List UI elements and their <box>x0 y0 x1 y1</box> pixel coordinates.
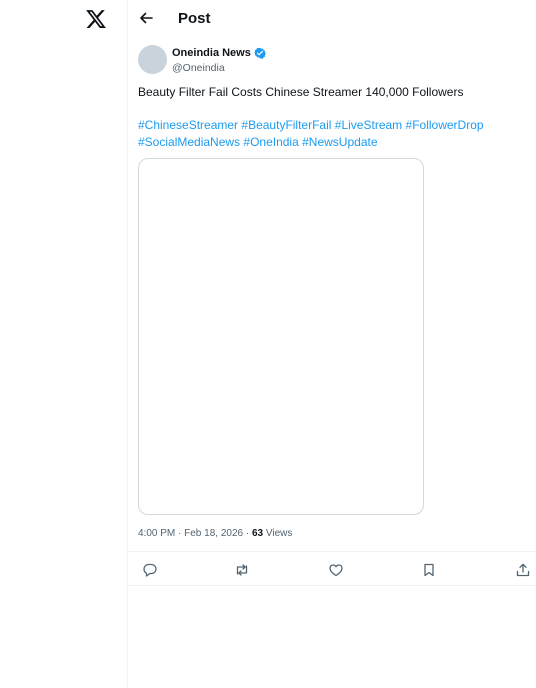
post-column: Post Oneindia News @Oneindia Beauty Filt… <box>128 0 536 688</box>
hashtag-link[interactable]: #OneIndia <box>243 135 298 149</box>
hashtag-line-2: #SocialMediaNews #OneIndia #NewsUpdate <box>138 134 528 151</box>
views-count: 63 <box>251 528 264 539</box>
hashtag-link[interactable]: #LiveStream <box>335 118 402 132</box>
post-header: Post <box>128 0 536 40</box>
verified-badge-icon <box>253 47 266 59</box>
views-label: Views <box>263 528 293 539</box>
hashtag-link[interactable]: #NewsUpdate <box>302 135 377 149</box>
x-logo-icon[interactable] <box>85 8 107 30</box>
author-name-row[interactable]: Oneindia News <box>172 46 266 60</box>
hashtag-link[interactable]: #BeautyFilterFail <box>241 118 331 132</box>
action-bar <box>128 556 536 584</box>
reply-icon[interactable] <box>142 562 158 578</box>
post-text: Beauty Filter Fail Costs Chinese Streame… <box>138 85 464 99</box>
left-nav <box>0 0 128 688</box>
page-title: Post <box>178 10 211 27</box>
post-timestamp[interactable]: 4:00 PM · Feb 18, 2026 · <box>138 528 252 539</box>
post-meta: 4:00 PM · Feb 18, 2026 · 63 Views <box>138 527 292 541</box>
author-name[interactable]: Oneindia News <box>172 46 251 60</box>
media-card[interactable] <box>138 158 424 515</box>
author-handle[interactable]: @Oneindia <box>172 61 225 75</box>
hashtag-block: #ChineseStreamer #BeautyFilterFail #Live… <box>138 117 528 151</box>
bookmark-icon[interactable] <box>421 562 437 578</box>
share-icon[interactable] <box>515 562 531 578</box>
repost-icon[interactable] <box>234 562 250 578</box>
page: Post Oneindia News @Oneindia Beauty Filt… <box>0 0 536 688</box>
divider <box>128 551 536 552</box>
hashtag-link[interactable]: #FollowerDrop <box>406 118 484 132</box>
hashtag-link[interactable]: #SocialMediaNews <box>138 135 240 149</box>
hashtag-link[interactable]: #ChineseStreamer <box>138 118 238 132</box>
divider <box>128 585 536 586</box>
post-author: Oneindia News @Oneindia <box>128 44 536 84</box>
avatar[interactable] <box>138 45 167 74</box>
like-icon[interactable] <box>328 562 344 578</box>
hashtag-line-1: #ChineseStreamer #BeautyFilterFail #Live… <box>138 117 528 134</box>
back-arrow-icon[interactable] <box>138 10 154 26</box>
